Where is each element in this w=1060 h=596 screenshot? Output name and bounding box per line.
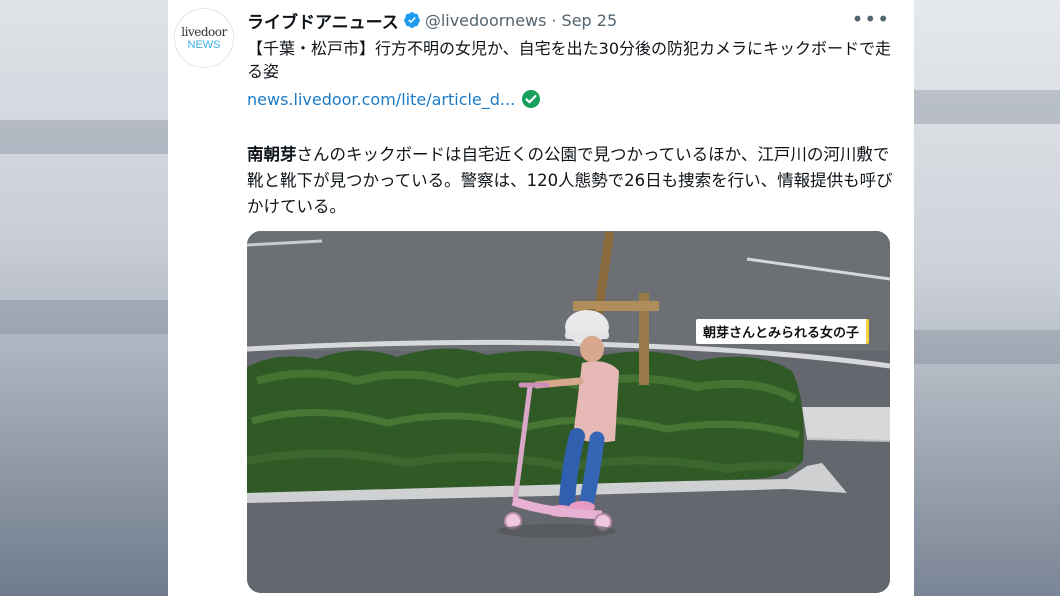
tweet-date[interactable]: Sep 25 bbox=[562, 11, 618, 30]
image-caption: 朝芽さんとみられる女の子 bbox=[696, 319, 870, 344]
verified-badge-icon bbox=[403, 12, 420, 28]
tweet-card: livedoor NEWS ライブドアニュース @livedoornews · … bbox=[168, 0, 914, 596]
person-name: 南朝芽 bbox=[247, 145, 297, 164]
more-options-icon[interactable]: ••• bbox=[852, 8, 890, 30]
cctv-scene bbox=[247, 231, 890, 593]
background-blur-right bbox=[914, 0, 1060, 596]
header-separator: · bbox=[551, 10, 557, 30]
author-avatar[interactable]: livedoor NEWS bbox=[174, 8, 234, 68]
author-name[interactable]: ライブドアニュース bbox=[247, 8, 399, 33]
avatar-logo-text: livedoor bbox=[181, 24, 227, 39]
tweet-body-text: さんのキックボードは自宅近くの公園で見つかっているほか、江戸川の河川敷で靴と靴下… bbox=[247, 145, 893, 216]
check-circle-icon bbox=[522, 90, 541, 108]
tweet-image[interactable]: 朝芽さんとみられる女の子 bbox=[247, 231, 890, 593]
background-blur-left bbox=[0, 0, 168, 596]
tweet-body: 南朝芽さんのキックボードは自宅近くの公園で見つかっているほか、江戸川の河川敷で靴… bbox=[247, 142, 894, 220]
tweet-link-row: news.livedoor.com/lite/article_d... bbox=[247, 89, 541, 109]
tweet-headline: 【千葉・松戸市】行方不明の女児か、自宅を出た30分後の防犯カメラにキックボードで… bbox=[247, 39, 892, 81]
tweet-header: ライブドアニュース @livedoornews · Sep 25 ••• bbox=[247, 8, 894, 33]
avatar-logo-subtext: NEWS bbox=[187, 38, 221, 51]
author-handle[interactable]: @livedoornews bbox=[425, 11, 547, 30]
article-link[interactable]: news.livedoor.com/lite/article_d... bbox=[247, 90, 515, 109]
